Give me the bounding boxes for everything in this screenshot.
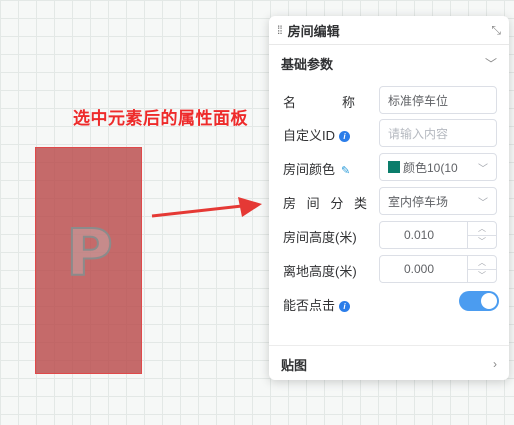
section-divider: [269, 345, 509, 346]
info-icon[interactable]: i: [339, 301, 351, 313]
chevron-down-icon: ﹀: [484, 56, 497, 71]
chevron-down-icon: ﹀: [478, 163, 488, 175]
room-category-row: 房 间 分 类 室内停车场 ﹀: [269, 187, 509, 215]
section-title: 贴图: [281, 357, 308, 373]
basic-params-section-header[interactable]: 基础参数 ﹀: [269, 45, 509, 81]
room-edit-panel: ⁞⁞ 房间编辑 ⤡ 基础参数 ﹀ 名 称 标准停车位 自定义ID i 请输入内容 …: [269, 16, 509, 380]
clickable-label: 能否点击 i: [283, 295, 351, 314]
increment-icon[interactable]: ︿: [468, 222, 496, 236]
decrement-icon[interactable]: ﹀: [468, 236, 496, 249]
room-color-row: 房间颜色 ✎ 颜色10(10 ﹀: [269, 153, 509, 181]
selected-room-element[interactable]: P: [35, 147, 142, 374]
room-color-select[interactable]: 颜色10(10 ﹀: [379, 153, 497, 181]
custom-id-input[interactable]: 请输入内容: [379, 119, 497, 147]
annotation-arrow: [151, 197, 262, 218]
chevron-down-icon: ﹀: [478, 197, 488, 209]
name-row: 名 称 标准停车位: [269, 86, 509, 114]
panel-title: 房间编辑: [287, 23, 340, 39]
room-category-label: 房 间 分 类: [283, 196, 367, 211]
switch-knob: [481, 293, 497, 309]
ground-height-row: 离地高度(米) 0.000 ︿ ﹀: [269, 255, 509, 283]
room-height-stepper[interactable]: 0.010 ︿ ﹀: [379, 221, 497, 249]
room-height-label: 房间高度(米): [283, 230, 357, 245]
room-height-row: 房间高度(米) 0.010 ︿ ﹀: [269, 221, 509, 249]
stepper-buttons: ︿ ﹀: [467, 256, 496, 282]
annotation-text: 选中元素后的属性面板: [73, 109, 248, 128]
name-label: 名 称: [283, 95, 355, 110]
edit-icon[interactable]: ✎: [341, 164, 350, 177]
decrement-icon[interactable]: ﹀: [468, 270, 496, 283]
color-swatch: [388, 161, 400, 173]
ground-height-label: 离地高度(米): [283, 264, 357, 279]
increment-icon[interactable]: ︿: [468, 256, 496, 270]
room-category-select[interactable]: 室内停车场 ﹀: [379, 187, 497, 215]
parking-p-icon: P: [65, 217, 114, 291]
collapse-arrows-icon[interactable]: ⤡: [491, 23, 501, 38]
panel-header[interactable]: ⁞⁞ 房间编辑 ⤡: [269, 16, 509, 45]
stepper-buttons: ︿ ﹀: [467, 222, 496, 248]
grip-dots-icon[interactable]: ⁞⁞: [277, 23, 283, 37]
clickable-row: 能否点击 i: [269, 289, 509, 317]
name-input[interactable]: 标准停车位: [379, 86, 497, 114]
section-title: 基础参数: [281, 56, 334, 72]
custom-id-label: 自定义ID i: [283, 125, 351, 144]
info-icon[interactable]: i: [339, 131, 351, 143]
ground-height-stepper[interactable]: 0.000 ︿ ﹀: [379, 255, 497, 283]
room-color-label: 房间颜色 ✎: [283, 162, 351, 178]
custom-id-row: 自定义ID i 请输入内容: [269, 119, 509, 147]
texture-section-header[interactable]: 贴图 ›: [269, 352, 509, 376]
chevron-right-icon: ›: [493, 357, 497, 371]
clickable-switch[interactable]: [459, 291, 499, 311]
